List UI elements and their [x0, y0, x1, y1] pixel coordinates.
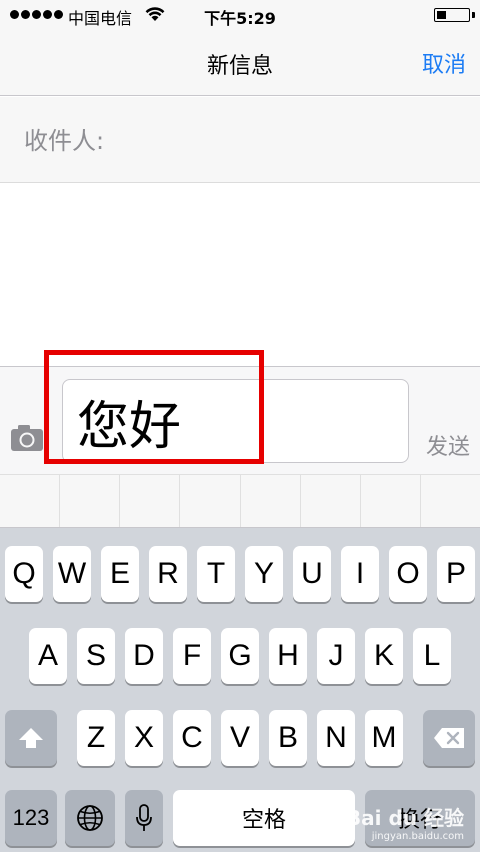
key-n[interactable]: N	[317, 710, 355, 766]
key-m[interactable]: M	[365, 710, 403, 766]
space-key-label: 空格	[241, 808, 286, 833]
key-u[interactable]: U	[293, 546, 331, 602]
recipient-label: 收件人:	[24, 127, 105, 155]
status-bar: 中国电信 下午5:29	[0, 0, 480, 30]
candidate-cell[interactable]	[421, 475, 480, 527]
message-input[interactable]: 您好	[62, 379, 409, 463]
candidate-cell[interactable]	[361, 475, 421, 527]
candidate-cell[interactable]	[301, 475, 361, 527]
key-w[interactable]: W	[53, 546, 91, 602]
recipient-input[interactable]	[130, 113, 460, 163]
key-s[interactable]: S	[77, 628, 115, 684]
recipient-row: 收件人:	[0, 97, 480, 183]
cancel-button[interactable]: 取消	[422, 47, 466, 79]
key-o[interactable]: O	[389, 546, 427, 602]
key-f[interactable]: F	[173, 628, 211, 684]
key-b[interactable]: B	[269, 710, 307, 766]
key-e[interactable]: E	[101, 546, 139, 602]
candidate-bar	[0, 474, 480, 528]
key-k[interactable]: K	[365, 628, 403, 684]
key-g[interactable]: G	[221, 628, 259, 684]
dictation-key[interactable]	[125, 790, 163, 846]
shift-icon	[19, 728, 43, 748]
space-key[interactable]: 空格	[173, 790, 355, 846]
globe-icon	[77, 805, 103, 831]
candidate-cell[interactable]	[0, 475, 61, 527]
key-z[interactable]: Z	[77, 710, 115, 766]
send-button[interactable]: 发送	[426, 429, 470, 461]
candidate-cell[interactable]	[60, 475, 121, 527]
candidate-cell[interactable]	[120, 475, 181, 527]
candidate-cell[interactable]	[180, 475, 241, 527]
status-time: 下午5:29	[204, 9, 276, 28]
compose-bar: 您好 发送	[0, 366, 480, 474]
battery-tip	[472, 12, 475, 18]
camera-icon[interactable]	[10, 423, 44, 453]
key-q[interactable]: Q	[5, 546, 43, 602]
key-x[interactable]: X	[125, 710, 163, 766]
language-key[interactable]	[65, 790, 115, 846]
battery-level	[437, 11, 446, 19]
page-title: 新信息	[206, 54, 273, 79]
candidate-cell[interactable]	[241, 475, 301, 527]
shift-key[interactable]	[5, 710, 57, 766]
conversation-area	[0, 184, 480, 366]
key-t[interactable]: T	[197, 546, 235, 602]
key-i[interactable]: I	[341, 546, 379, 602]
microphone-icon	[136, 804, 152, 831]
key-c[interactable]: C	[173, 710, 211, 766]
key-l[interactable]: L	[413, 628, 451, 684]
battery-icon	[434, 8, 470, 22]
key-a[interactable]: A	[29, 628, 67, 684]
key-y[interactable]: Y	[245, 546, 283, 602]
key-h[interactable]: H	[269, 628, 307, 684]
return-key-label: 换行	[397, 808, 442, 833]
message-text: 您好	[77, 397, 182, 457]
navigation-bar: 新信息 取消	[0, 30, 480, 96]
key-v[interactable]: V	[221, 710, 259, 766]
delete-key[interactable]	[423, 710, 475, 766]
numbers-key[interactable]: 123	[5, 790, 57, 846]
backspace-icon	[434, 728, 464, 748]
key-r[interactable]: R	[149, 546, 187, 602]
keyboard: Q W E R T Y U I O P A S D F G H J K L Z …	[0, 528, 480, 852]
return-key[interactable]: 换行	[365, 790, 475, 846]
key-j[interactable]: J	[317, 628, 355, 684]
key-p[interactable]: P	[437, 546, 475, 602]
key-d[interactable]: D	[125, 628, 163, 684]
